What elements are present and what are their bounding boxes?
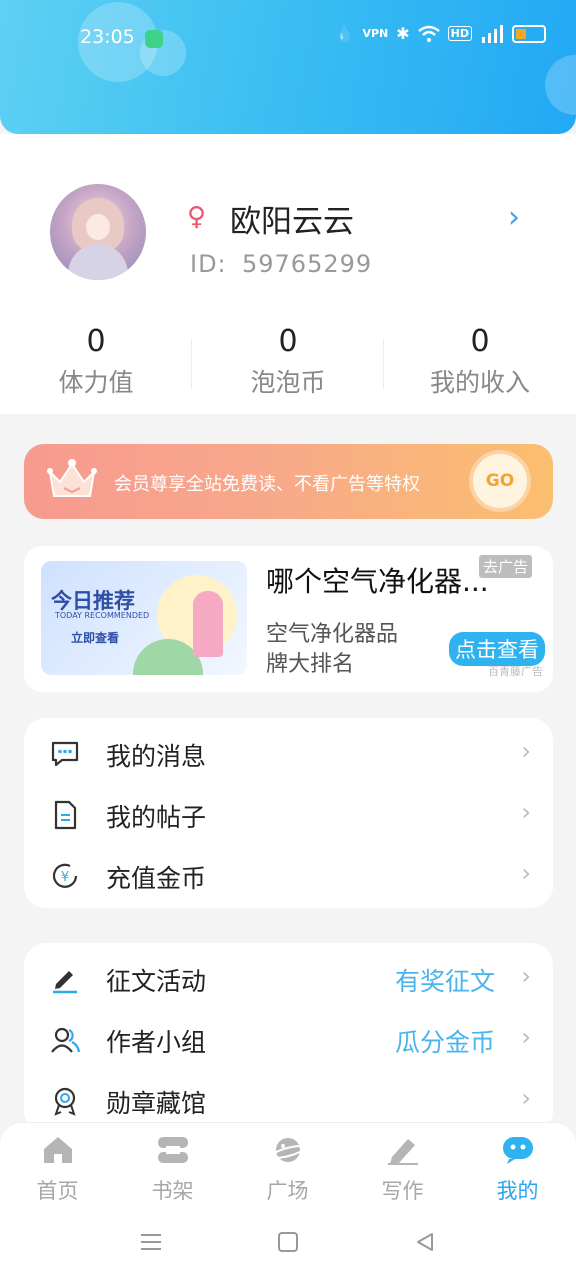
hd-icon: HD [447,26,472,41]
tab-mine[interactable]: 我的 [460,1131,575,1205]
pen-icon [53,971,77,994]
ad-image-cta: 立即查看 [71,631,120,645]
chevron-right-icon[interactable]: › [508,200,520,235]
home-icon [43,1137,72,1163]
stat-stamina[interactable]: 0 体力值 [0,324,192,399]
chevron-right-icon: › [521,737,531,765]
menu-item-extra: 有奖征文 [394,967,495,996]
system-nav-bar [0,1208,576,1280]
bookshelf-icon [157,1137,188,1163]
planet-icon [270,1138,305,1162]
yuan-coin-icon: ¥ [52,863,78,888]
header-banner: 23:05 💧 VPN ✱ HD [0,0,576,134]
menu-item-extra: 瓜分金币 [394,1028,495,1057]
stat-label: 我的收入 [429,368,530,397]
tab-bookshelf[interactable]: 书架 [115,1131,230,1205]
menu-item-medal-hall[interactable]: 勋章藏馆 › [24,1070,553,1130]
menu-item-recharge[interactable]: ¥ 充值金币 › [24,845,553,905]
stat-value: 0 [86,324,106,359]
menu-item-label: 作者小组 [106,1028,207,1057]
stat-label: 体力值 [58,368,134,397]
bluetooth-icon: ✱ [396,24,410,43]
menu-item-label: 我的消息 [106,742,207,771]
user-id-label: ID: [190,250,227,278]
ad-description-line: 空气净化器品 [266,622,399,647]
ad-description: 空气净化器品 牌大排名 [266,620,398,680]
stat-value: 0 [278,324,298,359]
menu-item-messages[interactable]: 我的消息 › [24,723,553,783]
remove-ad-button[interactable]: 去广告 [479,555,533,578]
bottom-tab-bar: 首页 书架 广场 写作 我的 [0,1122,576,1209]
chevron-right-icon: › [521,1023,531,1051]
profile-section: ♀ 欧阳云云 › ID: 59765299 0 体力值 0 泡泡币 0 我的收入 [0,134,576,414]
menu-item-author-group[interactable]: 作者小组 瓜分金币 › [24,1009,553,1069]
status-time: 23:05 [80,26,135,48]
menu-item-posts[interactable]: 我的帖子 › [24,784,553,844]
female-icon: ♀ [187,202,207,232]
menu-card-1: 我的消息 › 我的帖子 › ¥ 充值金币 › [24,718,553,908]
status-icons: 💧 VPN ✱ HD [335,24,546,43]
ad-image-subtitle: TODAY RECOMMENDED [55,611,150,620]
menu-item-label: 我的帖子 [106,803,207,832]
decor-bubble [545,55,576,115]
home-square-icon[interactable] [277,1232,299,1252]
tab-label: 广场 [266,1179,309,1203]
ad-title[interactable]: 哪个空气净化器... [266,560,489,600]
vip-text: 会员尊享全站免费读、不看广告等特权 [114,474,420,495]
tab-label: 我的 [496,1179,539,1203]
group-icon [51,1027,80,1053]
menu-item-essay-contest[interactable]: 征文活动 有奖征文 › [24,948,553,1008]
vip-banner[interactable]: 会员尊享全站免费读、不看广告等特权 GO [24,444,553,519]
chevron-right-icon: › [521,859,531,887]
crown-icon [47,459,97,497]
document-icon [54,800,77,830]
medal-icon [54,1087,76,1116]
menu-item-label: 勋章藏馆 [106,1089,207,1118]
ad-image[interactable]: 今日推荐 TODAY RECOMMENDED 立即查看 [41,561,247,675]
back-icon[interactable] [414,1232,436,1252]
tab-label: 首页 [36,1179,79,1203]
message-icon [51,741,79,767]
notification-icon [145,30,163,48]
wifi-icon [417,25,440,42]
ad-description-line: 牌大排名 [266,652,355,677]
ad-view-button[interactable]: 点击查看 [449,632,545,666]
write-icon [387,1139,418,1165]
decor-figure [193,591,223,657]
chevron-right-icon: › [521,1084,531,1112]
menu-card-2: 征文活动 有奖征文 › 作者小组 瓜分金币 › 勋章藏馆 › [24,943,553,1133]
signal-5g-icon [482,24,503,43]
tab-square[interactable]: 广场 [230,1131,345,1205]
stat-label: 泡泡币 [250,368,326,397]
nickname[interactable]: 欧阳云云 [230,196,354,241]
tab-home[interactable]: 首页 [0,1131,115,1205]
menu-item-label: 征文活动 [106,967,207,996]
tab-label: 写作 [381,1179,424,1203]
stat-bubble-coins[interactable]: 0 泡泡币 [192,324,384,399]
profile-bot-icon [502,1137,533,1164]
water-drop-icon: 💧 [334,24,355,43]
avatar[interactable] [50,184,146,280]
go-button[interactable]: GO [473,454,527,508]
tab-label: 书架 [151,1179,194,1203]
vpn-icon: VPN [362,27,389,40]
ad-source: 百青藤广告 [488,665,543,678]
stat-value: 0 [470,324,490,359]
chevron-right-icon: › [521,798,531,826]
user-id-value: 59765299 [242,250,373,278]
ad-card[interactable]: 今日推荐 TODAY RECOMMENDED 立即查看 哪个空气净化器... 去… [24,546,553,692]
menu-icon[interactable] [140,1232,162,1252]
chevron-right-icon: › [521,962,531,990]
battery-icon [512,24,546,43]
menu-item-label: 充值金币 [106,864,207,893]
stat-income[interactable]: 0 我的收入 [384,324,576,399]
tab-write[interactable]: 写作 [345,1131,460,1205]
svg-text:¥: ¥ [61,870,69,885]
